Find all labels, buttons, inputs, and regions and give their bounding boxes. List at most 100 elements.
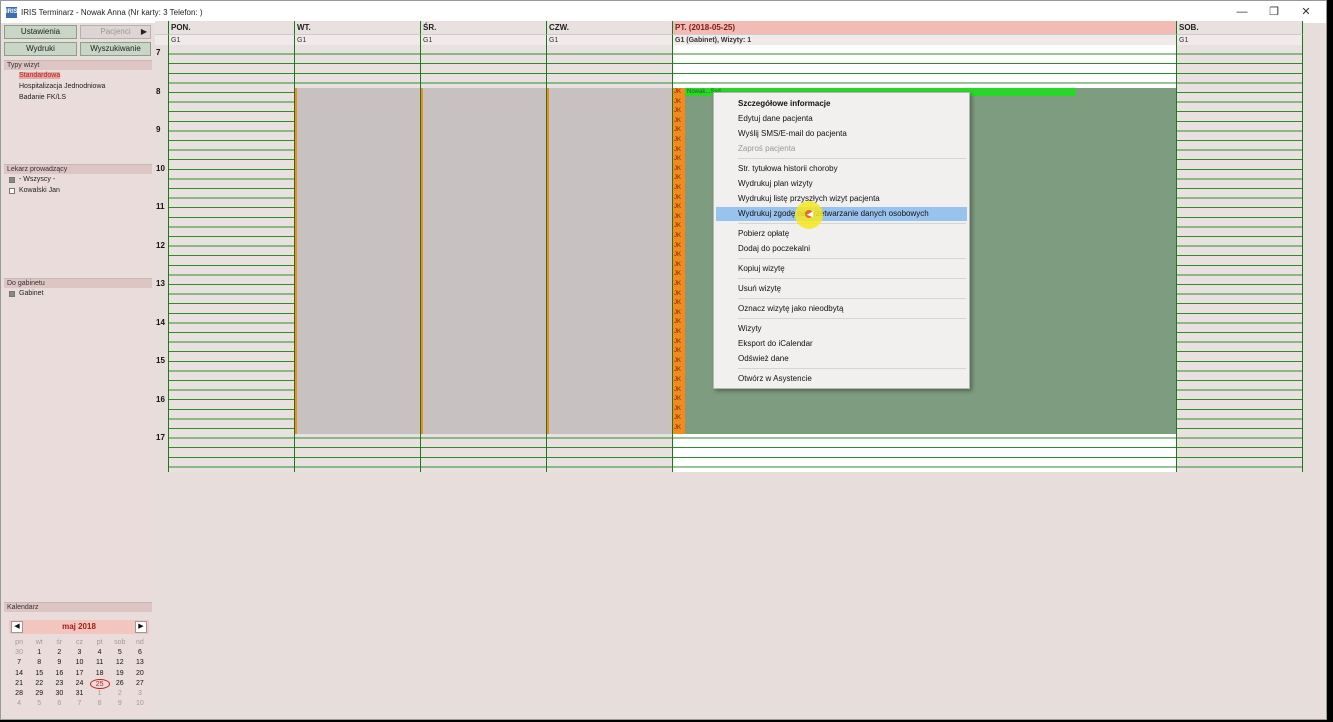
context-menu-item[interactable]: Wydrukuj zgodę na przetwarzanie danych o… (716, 207, 967, 221)
calendar-day[interactable]: 14 (9, 669, 29, 679)
calendar-day[interactable]: 13 (130, 658, 150, 668)
search-button[interactable]: Wyszukiwanie (80, 42, 151, 56)
hour-label: 10 (156, 163, 165, 173)
calendar-day[interactable]: 10 (130, 699, 150, 709)
jk-label: JK (674, 271, 682, 278)
doctors-panel: Lekarz prowadzący - Wszyscy - Kowalski J… (4, 164, 152, 274)
checkbox-icon[interactable] (9, 291, 15, 297)
day-column-mon[interactable] (169, 45, 295, 472)
doctor-item[interactable]: Kowalski Jan (4, 185, 152, 196)
jk-label: JK (674, 233, 682, 239)
calendar-day[interactable]: 8 (90, 699, 110, 709)
calendar-day[interactable]: 5 (110, 648, 130, 658)
calendar-day[interactable]: 27 (130, 679, 150, 689)
calendar-day[interactable]: 17 (69, 669, 89, 679)
calendar-day[interactable]: 2 (49, 648, 69, 658)
calendar-day[interactable]: 28 (9, 689, 29, 699)
doctor-label: - Wszyscy - (19, 176, 56, 183)
calendar-day[interactable]: 25 (89, 678, 110, 689)
calendar-day[interactable]: 24 (69, 679, 89, 689)
calendar-day[interactable]: 22 (29, 679, 49, 689)
calendar-day[interactable]: 19 (110, 669, 130, 679)
calendar-day[interactable]: 1 (29, 648, 49, 658)
calendar-day[interactable]: 6 (49, 699, 69, 709)
calendar-day[interactable]: 4 (9, 699, 29, 709)
context-menu-item[interactable]: Wydrukuj plan wizyty (716, 177, 967, 191)
context-menu-item[interactable]: Wyślij SMS/E-mail do pacjenta (716, 127, 967, 141)
context-menu-item[interactable]: Str. tytułowa historii choroby (716, 162, 967, 176)
calendar-day[interactable]: 9 (49, 658, 69, 668)
jk-label: JK (674, 252, 682, 259)
calendar-day[interactable]: 5 (29, 699, 49, 709)
calendar-day[interactable]: 7 (9, 658, 29, 668)
context-menu-item[interactable]: Usuń wizytę (716, 282, 967, 296)
unavailable-block (295, 88, 420, 434)
day-column-sat[interactable] (1177, 45, 1303, 472)
context-menu-item[interactable]: Kopiuj wizytę (716, 262, 967, 276)
calendar-day[interactable]: 23 (49, 679, 69, 689)
jk-label: JK (674, 204, 682, 211)
calendar-day[interactable]: 11 (90, 658, 110, 668)
settings-button[interactable]: Ustawienia (4, 25, 77, 39)
context-menu-item[interactable]: Edytuj dane pacjenta (716, 112, 967, 126)
calendar-day[interactable]: 30 (49, 689, 69, 699)
calendar-day[interactable]: 3 (130, 689, 150, 699)
minimize-button[interactable]: — (1225, 1, 1259, 23)
prints-button[interactable]: Wydruki (4, 42, 77, 56)
day-header[interactable]: PON. (169, 21, 295, 34)
day-header[interactable]: ŚR. (421, 21, 547, 34)
context-menu-item[interactable]: Szczegółowe informacje (716, 97, 967, 111)
visit-type-item[interactable]: Hospitalizacja Jednodniowa (4, 81, 152, 92)
calendar-day[interactable]: 4 (90, 648, 110, 658)
calendar-day[interactable]: 12 (110, 658, 130, 668)
office-item[interactable]: Gabinet (4, 288, 152, 299)
maximize-button[interactable]: ❐ (1257, 1, 1291, 23)
close-button[interactable]: ✕ (1289, 1, 1323, 23)
visit-types-header: Typy wizyt (4, 60, 152, 70)
calendar-day[interactable]: 7 (69, 699, 89, 709)
context-menu-item[interactable]: Pobierz opłatę (716, 227, 967, 241)
calendar-day[interactable]: 21 (9, 679, 29, 689)
day-header[interactable]: CZW. (547, 21, 673, 34)
jk-label: JK (674, 261, 682, 268)
calendar-day[interactable]: 15 (29, 669, 49, 679)
calendar-day[interactable]: 10 (69, 658, 89, 668)
calendar-day[interactable]: 29 (29, 689, 49, 699)
day-column-wed[interactable] (421, 45, 547, 472)
day-column-tue[interactable] (295, 45, 421, 472)
calendar-day[interactable]: 9 (110, 699, 130, 709)
context-menu-item[interactable]: Wizyty (716, 322, 967, 336)
calendar-day[interactable]: 3 (69, 648, 89, 658)
visit-type-item[interactable]: Badanie FK/LS (4, 92, 152, 103)
calendar-day[interactable]: 6 (130, 648, 150, 658)
day-header[interactable]: WT. (295, 21, 421, 34)
context-menu-item[interactable]: Eksport do iCalendar (716, 337, 967, 351)
calendar-day[interactable]: 20 (130, 669, 150, 679)
next-month-icon[interactable]: ▶ (135, 621, 147, 633)
calendar-day[interactable]: 16 (49, 669, 69, 679)
calendar-day[interactable]: 31 (69, 689, 89, 699)
calendar-day[interactable]: 1 (90, 689, 110, 699)
context-menu-item[interactable]: Wydrukuj listę przyszłych wizyt pacjenta (716, 192, 967, 206)
patients-button[interactable]: Pacjenci ▶ (80, 25, 151, 39)
day-column-thu[interactable] (547, 45, 673, 472)
jk-label: JK (674, 165, 682, 172)
jk-label: JK (674, 213, 682, 220)
checkbox-icon[interactable] (9, 188, 15, 194)
calendar-day[interactable]: 30 (9, 648, 29, 658)
context-menu-item[interactable]: Oznacz wizytę jako nieodbytą (716, 302, 967, 316)
calendar-day[interactable]: 8 (29, 658, 49, 668)
day-header[interactable]: SOB. (1177, 21, 1303, 34)
checkbox-icon[interactable] (9, 177, 15, 183)
context-menu-item[interactable]: Otwórz w Asystencie (716, 372, 967, 386)
visit-type-item[interactable]: Standardowa (4, 70, 152, 81)
calendar-day[interactable]: 26 (110, 679, 130, 689)
jk-label: JK (674, 156, 682, 163)
calendar-day[interactable]: 18 (90, 669, 110, 679)
calendar-header: Kalendarz (4, 602, 152, 612)
context-menu-item[interactable]: Dodaj do poczekalni (716, 242, 967, 256)
doctor-item[interactable]: - Wszyscy - (4, 174, 152, 185)
context-menu-item[interactable]: Odśwież dane (716, 352, 967, 366)
day-header-active[interactable]: PT. (2018-05-25) (673, 21, 1177, 34)
calendar-day[interactable]: 2 (110, 689, 130, 699)
